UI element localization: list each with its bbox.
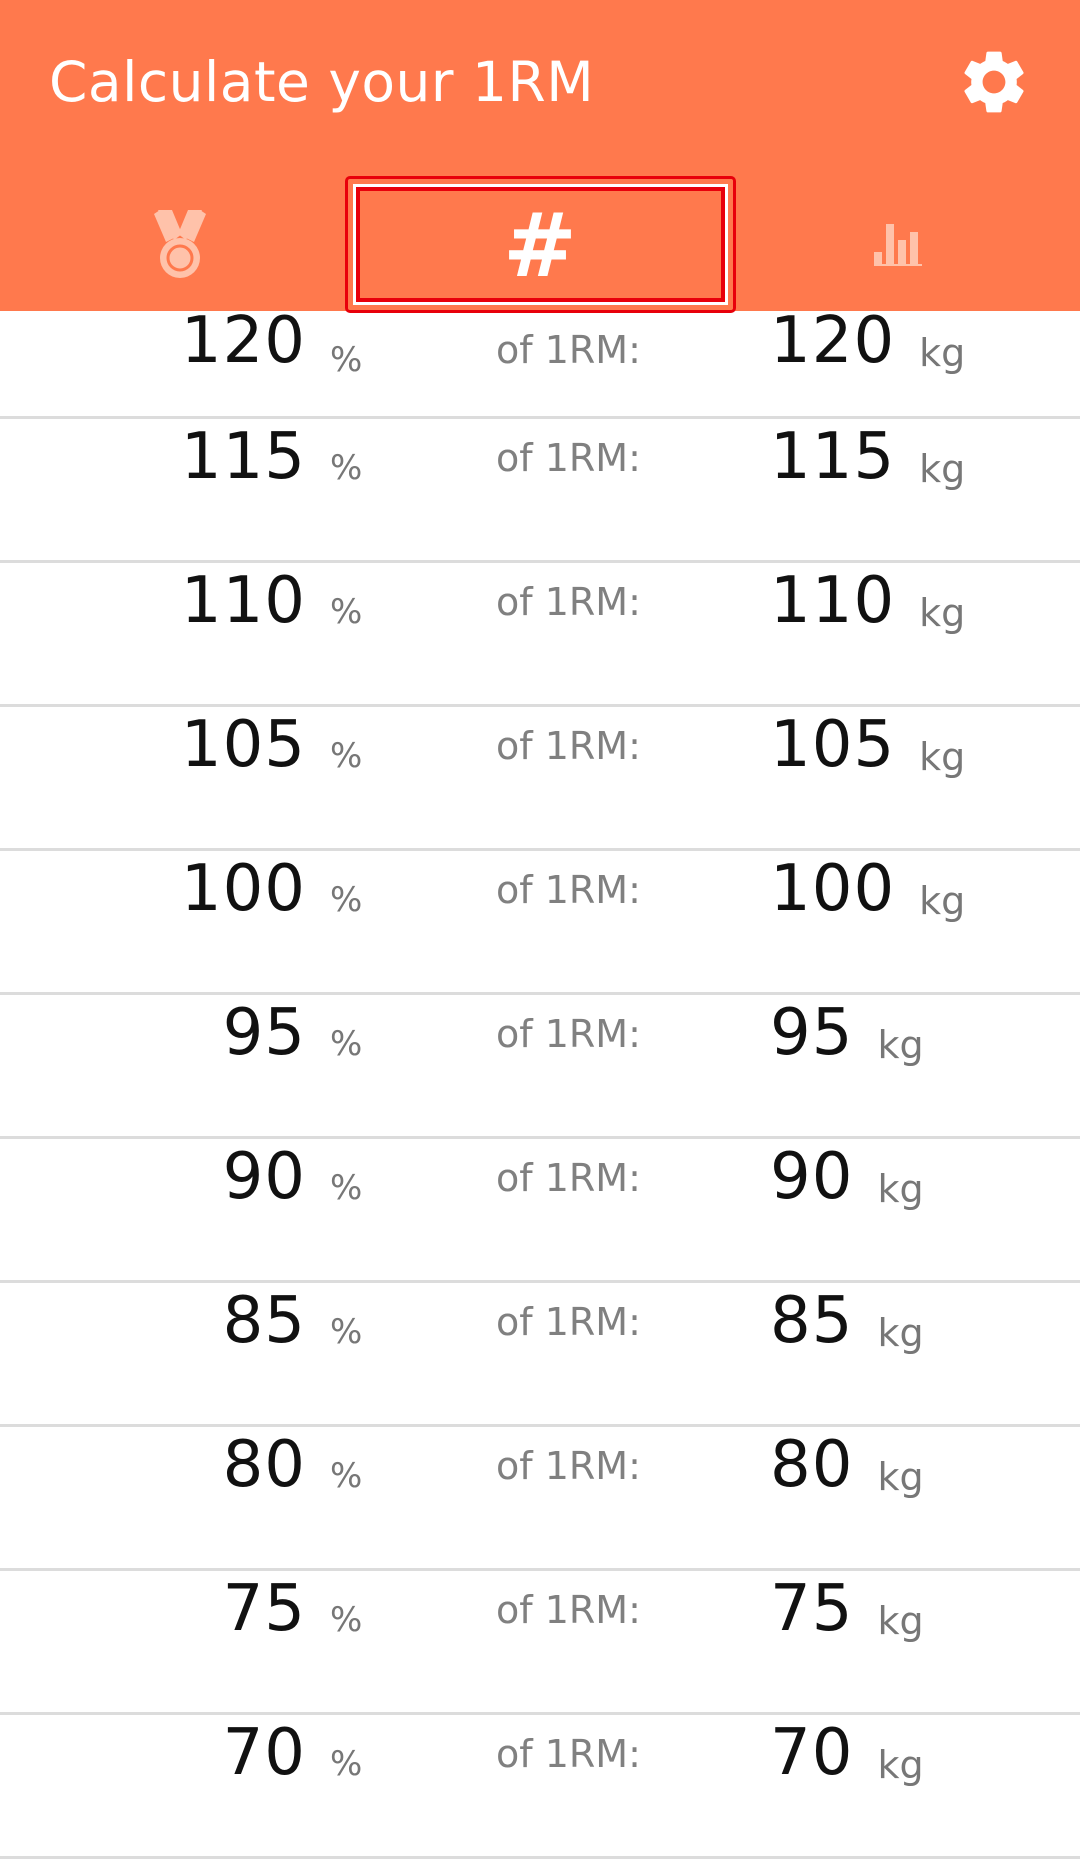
of-1rm-label: of 1RM:	[496, 1588, 641, 1632]
weight-group: 90 kg	[770, 1139, 924, 1215]
percent-unit: %	[330, 736, 363, 776]
percentage-list[interactable]: 120 % of 1RM: 120 kg 115 % of 1RM: 115 k…	[0, 304, 1080, 1866]
percent-value: 100	[180, 852, 306, 926]
of-1rm-label: of 1RM:	[496, 1156, 641, 1200]
weight-unit: kg	[877, 1023, 924, 1067]
weight-value: 80	[770, 1428, 854, 1502]
weight-value: 120	[770, 304, 896, 378]
list-item: 85 % of 1RM: 85 kg	[0, 1283, 1080, 1427]
tab-bar: #	[0, 176, 1080, 311]
weight-group: 80 kg	[770, 1427, 924, 1503]
list-item: 105 % of 1RM: 105 kg	[0, 707, 1080, 851]
percent-value: 120	[180, 304, 306, 378]
percent-value: 110	[180, 564, 306, 638]
of-1rm-label: of 1RM:	[496, 724, 641, 768]
app-bar: Calculate your 1RM #	[0, 0, 1080, 313]
percent-unit: %	[330, 880, 363, 920]
percent-unit: %	[330, 1744, 363, 1784]
settings-button[interactable]	[952, 40, 1036, 124]
weight-group: 105 kg	[770, 707, 965, 783]
bar-chart-icon	[874, 223, 922, 266]
weight-group: 75 kg	[770, 1571, 924, 1647]
gear-icon	[964, 51, 1024, 113]
list-item: 110 % of 1RM: 110 kg	[0, 563, 1080, 707]
tab-percentages[interactable]: #	[360, 176, 720, 311]
list-item: 95 % of 1RM: 95 kg	[0, 995, 1080, 1139]
percent-unit: %	[330, 448, 363, 488]
percent-value: 70	[222, 1716, 306, 1790]
weight-value: 85	[770, 1284, 854, 1358]
weight-group: 85 kg	[770, 1283, 924, 1359]
percent-value: 95	[222, 996, 306, 1070]
weight-value: 75	[770, 1572, 854, 1646]
weight-unit: kg	[877, 1455, 924, 1499]
page-title: Calculate your 1RM	[49, 50, 595, 114]
percent-unit: %	[330, 1312, 363, 1352]
weight-value: 70	[770, 1716, 854, 1790]
list-item: 80 % of 1RM: 80 kg	[0, 1427, 1080, 1571]
weight-unit: kg	[877, 1167, 924, 1211]
list-item: 75 % of 1RM: 75 kg	[0, 1571, 1080, 1715]
weight-unit: kg	[919, 331, 966, 375]
app-screen: Calculate your 1RM # 120 % of 1RM: 120 k…	[0, 0, 1080, 1866]
weight-value: 105	[770, 708, 896, 782]
weight-group: 100 kg	[770, 851, 965, 927]
list-item: 90 % of 1RM: 90 kg	[0, 1139, 1080, 1283]
tab-chart[interactable]	[720, 176, 1080, 311]
percent-unit: %	[330, 1600, 363, 1640]
weight-value: 110	[770, 564, 896, 638]
tab-medal[interactable]	[0, 176, 360, 311]
list-item: 100 % of 1RM: 100 kg	[0, 851, 1080, 995]
medal-icon	[154, 209, 206, 278]
weight-value: 100	[770, 852, 896, 926]
of-1rm-label: of 1RM:	[496, 1444, 641, 1488]
of-1rm-label: of 1RM:	[496, 1732, 641, 1776]
weight-unit: kg	[877, 1599, 924, 1643]
weight-group: 70 kg	[770, 1715, 924, 1791]
weight-unit: kg	[919, 879, 966, 923]
weight-value: 115	[770, 420, 896, 494]
of-1rm-label: of 1RM:	[496, 328, 641, 372]
weight-group: 110 kg	[770, 563, 965, 639]
weight-group: 115 kg	[770, 419, 965, 495]
percent-value: 75	[222, 1572, 306, 1646]
weight-unit: kg	[919, 735, 966, 779]
list-item: 115 % of 1RM: 115 kg	[0, 419, 1080, 563]
weight-value: 95	[770, 996, 854, 1070]
of-1rm-label: of 1RM:	[496, 436, 641, 480]
of-1rm-label: of 1RM:	[496, 868, 641, 912]
weight-unit: kg	[919, 447, 966, 491]
hash-icon: #	[503, 193, 577, 297]
list-item: 120 % of 1RM: 120 kg	[0, 304, 1080, 419]
of-1rm-label: of 1RM:	[496, 1300, 641, 1344]
percent-value: 85	[222, 1284, 306, 1358]
of-1rm-label: of 1RM:	[496, 1012, 641, 1056]
weight-value: 90	[770, 1140, 854, 1214]
weight-unit: kg	[919, 591, 966, 635]
weight-group: 95 kg	[770, 995, 924, 1071]
percent-value: 80	[222, 1428, 306, 1502]
weight-unit: kg	[877, 1743, 924, 1787]
weight-unit: kg	[877, 1311, 924, 1355]
percent-unit: %	[330, 1024, 363, 1064]
of-1rm-label: of 1RM:	[496, 580, 641, 624]
weight-group: 120 kg	[770, 303, 965, 379]
percent-value: 115	[180, 420, 306, 494]
percent-value: 90	[222, 1140, 306, 1214]
list-item: 70 % of 1RM: 70 kg	[0, 1715, 1080, 1859]
percent-unit: %	[330, 1456, 363, 1496]
percent-unit: %	[330, 592, 363, 632]
percent-unit: %	[330, 340, 363, 380]
percent-unit: %	[330, 1168, 363, 1208]
percent-value: 105	[180, 708, 306, 782]
